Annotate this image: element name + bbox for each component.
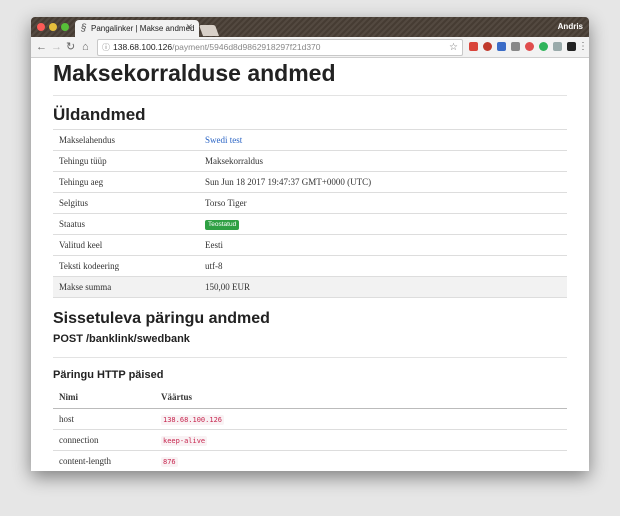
column-header-name: Nimi — [53, 386, 155, 409]
header-value-code: 876 — [161, 457, 178, 467]
row-label: Staatus — [53, 213, 199, 235]
table-row: Teksti kodeering utf-8 — [53, 255, 567, 277]
reload-icon[interactable]: ↻ — [66, 40, 75, 54]
minimize-window-button[interactable] — [49, 23, 57, 31]
table-row: content-length 876 — [53, 450, 567, 471]
profile-name[interactable]: Andris — [558, 22, 583, 31]
general-table: Makselahendus Swedi test Tehingu tüüp Ma… — [53, 129, 567, 298]
payment-method-link[interactable]: Swedi test — [205, 135, 242, 145]
divider — [53, 357, 567, 358]
url-host: 138.68.100.126 — [113, 42, 173, 52]
row-label: Tehingu tüüp — [53, 150, 199, 172]
address-bar[interactable]: ⓘ 138.68.100.126/payment/5946d8d98629182… — [97, 39, 463, 56]
row-label: Makselahendus — [53, 129, 199, 151]
header-value: 138.68.100.126 — [155, 408, 567, 430]
headers-heading: Päringu HTTP päised — [53, 369, 164, 381]
browser-toolbar: ← → ↻ ⌂ ⓘ 138.68.100.126/payment/5946d8d… — [31, 37, 589, 58]
table-row: Staatus Teostatud — [53, 213, 567, 235]
green-extension-icon[interactable] — [539, 42, 548, 51]
row-label: Selgitus — [53, 192, 199, 214]
status-badge: Teostatud — [205, 220, 240, 230]
row-value: Swedi test — [199, 129, 567, 151]
row-value: 150,00 EUR — [199, 276, 567, 298]
header-name: host — [53, 408, 155, 430]
divider — [53, 95, 567, 96]
tab-title: Pangalinker | Makse andmed — [91, 24, 195, 33]
row-label: Tehingu aeg — [53, 171, 199, 193]
browser-window: § Pangalinker | Makse andmed ✕ Andris ← … — [31, 17, 589, 471]
page-content: Maksekorralduse andmed Üldandmed Maksela… — [31, 58, 589, 471]
incoming-heading: Sissetuleva päringu andmed — [53, 310, 270, 327]
column-header-value: Väärtus — [155, 386, 567, 409]
row-value: utf-8 — [199, 255, 567, 277]
header-value: 876 — [155, 450, 567, 471]
table-row: host 138.68.100.126 — [53, 408, 567, 430]
row-value: Maksekorraldus — [199, 150, 567, 172]
row-label: Valitud keel — [53, 234, 199, 256]
row-value: Sun Jun 18 2017 19:47:37 GMT+0000 (UTC) — [199, 171, 567, 193]
page-title: Maksekorralduse andmed — [53, 60, 336, 86]
general-heading: Üldandmed — [53, 105, 146, 124]
table-header-row: Nimi Väärtus — [53, 386, 567, 409]
header-value-code: keep-alive — [161, 436, 208, 446]
menu-dots-icon[interactable]: ⋮ — [578, 40, 588, 54]
table-row: Makselahendus Swedi test — [53, 129, 567, 151]
ublock-extension-icon[interactable] — [483, 42, 492, 51]
close-window-button[interactable] — [37, 23, 45, 31]
url-path: /payment/5946d8d9862918297f21d370 — [172, 42, 321, 52]
table-row: Valitud keel Eesti — [53, 234, 567, 256]
timer-extension-icon[interactable] — [525, 42, 534, 51]
home-icon[interactable]: ⌂ — [82, 40, 89, 54]
gmail-extension-icon[interactable] — [469, 42, 478, 51]
header-value-code: 138.68.100.126 — [161, 415, 225, 425]
maximize-window-button[interactable] — [61, 23, 69, 31]
row-value: Teostatud — [199, 213, 567, 235]
dark-extension-icon[interactable] — [567, 42, 576, 51]
table-row: connection keep-alive — [53, 429, 567, 451]
table-row: Tehingu tüüp Maksekorraldus — [53, 150, 567, 172]
link-favicon-icon: § — [81, 23, 87, 34]
header-value: keep-alive — [155, 429, 567, 451]
table-row: Tehingu aeg Sun Jun 18 2017 19:47:37 GMT… — [53, 171, 567, 193]
forward-arrow-icon[interactable]: → — [51, 40, 62, 54]
browser-tab[interactable]: § Pangalinker | Makse andmed ✕ — [75, 20, 199, 37]
info-icon[interactable]: ⓘ — [102, 40, 110, 55]
tab-close-icon[interactable]: ✕ — [185, 22, 193, 33]
header-name: content-length — [53, 450, 155, 471]
back-arrow-icon[interactable]: ← — [36, 40, 47, 54]
puzzle-extension-icon[interactable] — [497, 42, 506, 51]
headers-table: Nimi Väärtus host 138.68.100.126 connect… — [53, 386, 567, 471]
table-row: Selgitus Torso Tiger — [53, 192, 567, 214]
user-extension-icon[interactable] — [511, 42, 520, 51]
table-row: Makse summa 150,00 EUR — [53, 276, 567, 298]
new-tab-button[interactable] — [198, 25, 220, 36]
url-text[interactable]: 138.68.100.126/payment/5946d8d9862918297… — [113, 40, 321, 55]
header-name: connection — [53, 429, 155, 451]
grey-extension-icon[interactable] — [553, 42, 562, 51]
row-label: Makse summa — [53, 276, 199, 298]
title-bar: § Pangalinker | Makse andmed ✕ Andris — [31, 17, 589, 37]
bookmark-star-icon[interactable]: ☆ — [449, 40, 458, 55]
row-value: Torso Tiger — [199, 192, 567, 214]
row-value: Eesti — [199, 234, 567, 256]
request-endpoint: POST /banklink/swedbank — [53, 333, 190, 345]
row-label: Teksti kodeering — [53, 255, 199, 277]
